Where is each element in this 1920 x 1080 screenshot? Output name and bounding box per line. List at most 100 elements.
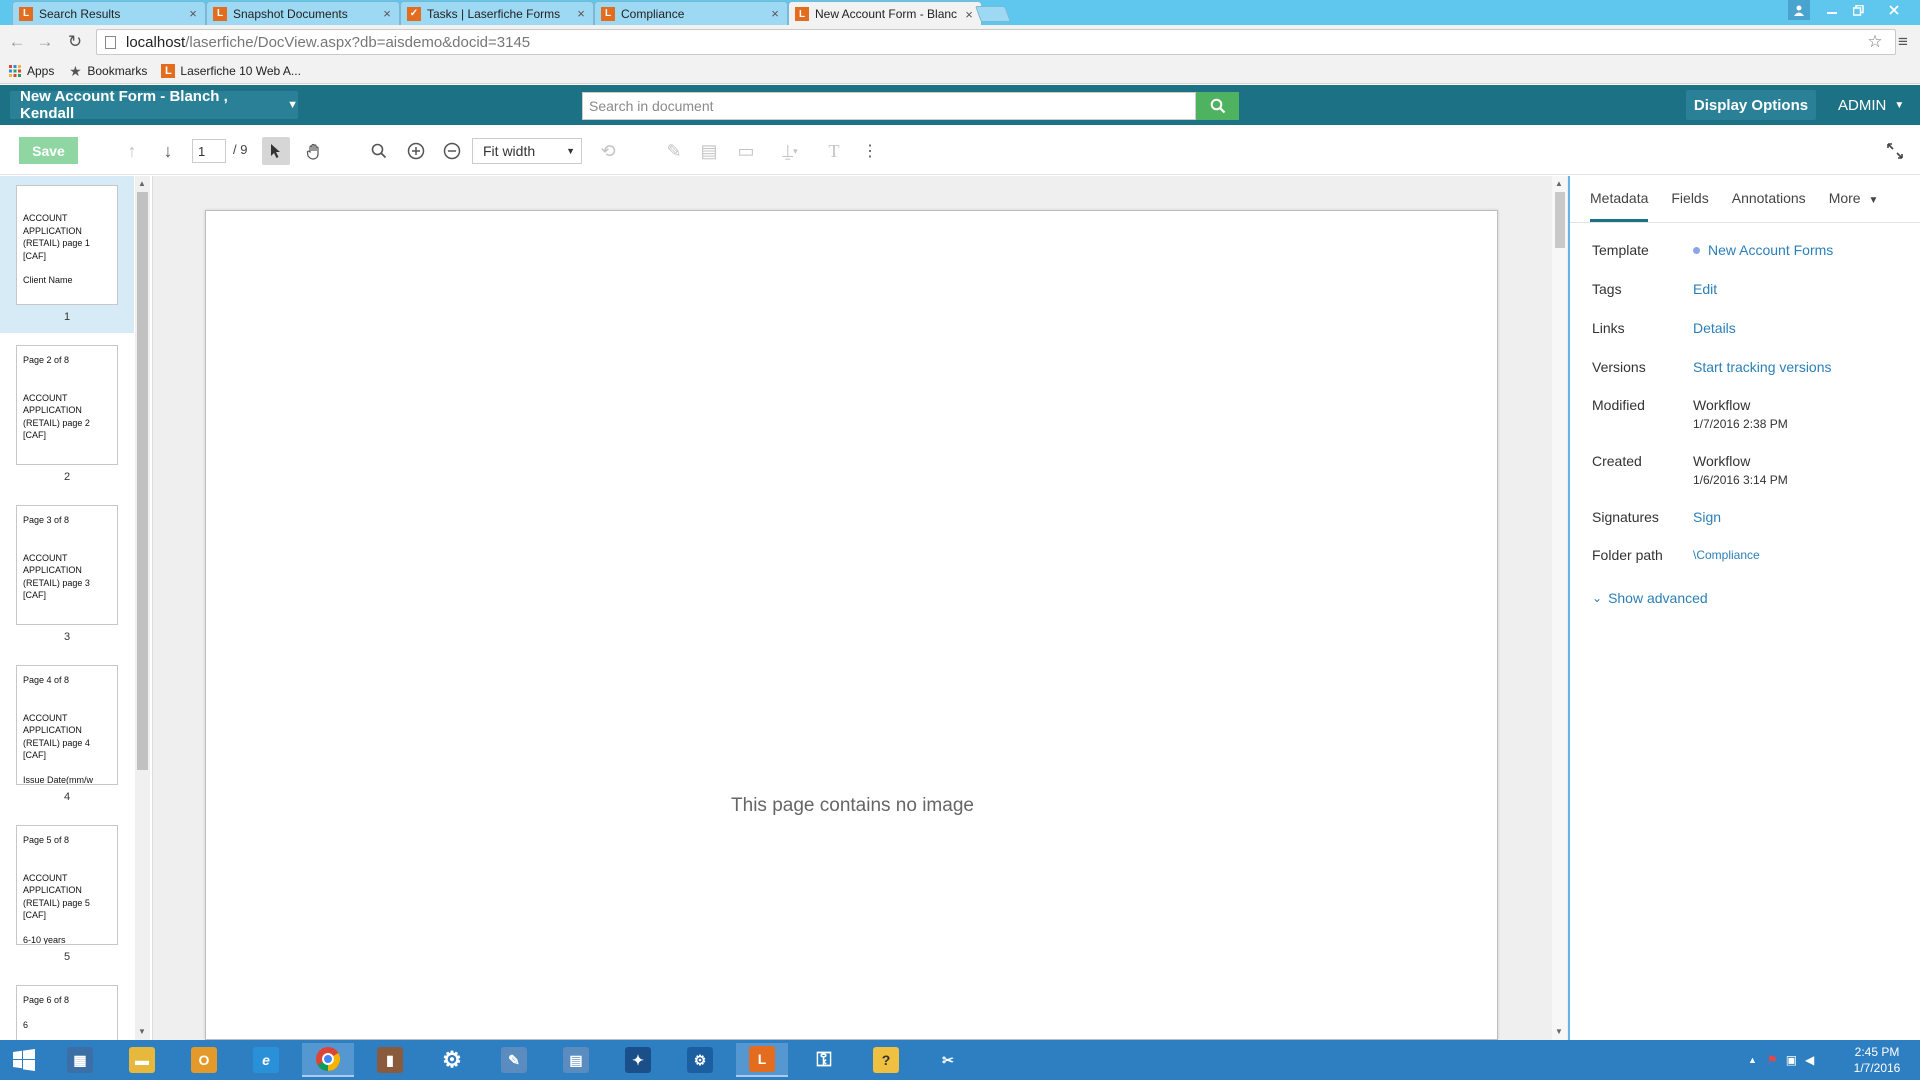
bookmark-folder[interactable]: ★ Bookmarks [68,63,147,79]
document-tool-icon[interactable]: ▤ [550,1043,602,1077]
close-icon[interactable]: × [187,6,199,21]
workflow-gear-icon[interactable]: ⚙ [674,1043,726,1077]
select-pointer-icon[interactable] [262,137,290,165]
thumbnail-scrollbar[interactable]: ▲ ▼ [135,176,150,1040]
zoom-in-icon[interactable] [402,137,430,165]
scrollbar-thumb[interactable] [137,192,148,770]
tray-expand-icon[interactable]: ▲ [1748,1055,1757,1065]
links-details-link[interactable]: Details [1693,320,1736,336]
outlook-icon[interactable]: O [178,1043,230,1077]
scroll-down-icon[interactable]: ▼ [1555,1027,1563,1036]
internet-explorer-icon[interactable]: e [240,1043,292,1077]
text-annotation-icon[interactable]: T [820,137,848,165]
new-tab-button[interactable] [975,6,1011,22]
page-thumbnail[interactable]: Page 5 of 8 ACCOUNT APPLICATION (RETAIL)… [16,825,118,945]
document-page[interactable]: This page contains no image [205,210,1498,1040]
laserfiche-icon[interactable]: L [736,1043,788,1077]
snipping-tool-icon[interactable]: ✂ [922,1043,974,1077]
versions-row: Versions Start tracking versions [1592,359,1912,375]
windows-start-icon[interactable] [0,1043,48,1077]
page-thumbnail[interactable]: ACCOUNT APPLICATION (RETAIL) page 1 [CAF… [16,185,118,305]
chrome-menu-icon[interactable]: ≡ [1890,29,1916,55]
next-page-icon[interactable]: ↓ [154,137,182,165]
user-profile-icon[interactable] [1788,0,1810,20]
zoom-select[interactable]: Fit width ▼ [472,138,582,164]
help-icon[interactable]: ? [860,1043,912,1077]
page-thumbnail[interactable]: Page 3 of 8 ACCOUNT APPLICATION (RETAIL)… [16,505,118,625]
clock[interactable]: 2:45 PM 1/7/2016 [1842,1044,1912,1076]
rotate-icon[interactable]: ⟲ [594,137,622,165]
close-window-icon[interactable] [1874,0,1914,20]
server-manager-icon[interactable]: ▦ [54,1043,106,1077]
document-title-menu[interactable]: New Account Form - Blanch , Kendall ▼ [10,88,298,122]
tab-title: Search Results [39,6,121,21]
network-icon[interactable]: ▣ [1786,1053,1797,1067]
folder-path-link[interactable]: \Compliance [1693,547,1760,563]
keys-icon[interactable]: ⚿ [798,1043,850,1077]
sign-link[interactable]: Sign [1693,509,1721,525]
paint-brush-icon[interactable]: ✦ [612,1043,664,1077]
minimize-icon[interactable] [1820,0,1844,20]
user-menu[interactable]: ADMIN ▼ [1838,90,1904,120]
settings-gear-icon[interactable]: ⚙ [426,1043,478,1077]
tab-annotations[interactable]: Annotations [1732,190,1806,222]
sticky-note-icon[interactable]: ▭ [732,137,760,165]
browser-tab-active[interactable]: L New Account Form - Blanc × [788,1,982,26]
scrollbar-thumb[interactable] [1555,192,1565,248]
file-explorer-icon[interactable]: ▬ [116,1043,168,1077]
modified-row: Modified Workflow 1/7/2016 2:38 PM [1592,397,1912,431]
bookmark-apps[interactable]: Apps [8,64,54,78]
browser-tab[interactable]: L Snapshot Documents × [206,1,400,25]
tool-icon[interactable]: ▮ [364,1043,416,1077]
search-input[interactable] [582,92,1196,120]
zoom-out-icon[interactable] [438,137,466,165]
close-icon[interactable]: × [963,7,975,22]
redaction-icon[interactable]: ▤ [695,137,723,165]
page-number-input[interactable] [192,139,226,163]
pan-hand-icon[interactable] [300,137,328,165]
bookmark-laserfiche[interactable]: L Laserfiche 10 Web A... [161,64,301,78]
page-thumbnail[interactable]: Page 6 of 8 6 [16,985,118,1040]
links-row: Links Details [1592,320,1912,336]
tab-metadata[interactable]: Metadata [1590,190,1649,222]
tags-edit-link[interactable]: Edit [1693,281,1717,297]
chrome-icon[interactable] [302,1043,354,1077]
template-link[interactable]: New Account Forms [1693,242,1833,258]
viewer-scrollbar[interactable]: ▲ ▼ [1552,176,1567,1040]
address-bar[interactable]: localhost/laserfiche/DocView.aspx?db=ais… [96,29,1896,55]
close-icon[interactable]: × [575,6,587,21]
thumb-line: APPLICATION [23,565,82,575]
page-thumbnail[interactable]: Page 4 of 8 ACCOUNT APPLICATION (RETAIL)… [16,665,118,785]
highlighter-icon[interactable]: ✎ [660,137,688,165]
volume-icon[interactable]: ◀ [1805,1053,1814,1067]
scroll-up-icon[interactable]: ▲ [138,179,146,188]
browser-tab[interactable]: ✓ Tasks | Laserfiche Forms × [400,1,594,25]
back-arrow-icon[interactable]: ← [4,29,30,55]
signatures-row: Signatures Sign [1592,509,1912,525]
previous-page-icon[interactable]: ↑ [118,137,146,165]
save-button[interactable]: Save [19,137,78,164]
tab-fields[interactable]: Fields [1671,190,1708,222]
search-button[interactable] [1196,92,1239,120]
close-icon[interactable]: × [381,6,393,21]
flag-icon[interactable]: ⚑ [1767,1053,1778,1067]
close-icon[interactable]: × [769,6,781,21]
reload-icon[interactable]: ↻ [62,29,88,55]
bookmark-star-icon[interactable]: ☆ [1862,29,1888,55]
display-options-button[interactable]: Display Options [1686,90,1816,120]
zoom-search-icon[interactable] [365,137,393,165]
browser-tab[interactable]: L Search Results × [12,1,206,25]
start-tracking-link[interactable]: Start tracking versions [1693,359,1832,375]
tab-more[interactable]: More ▼ [1829,190,1879,222]
admin-tools-icon[interactable]: ✎ [488,1043,540,1077]
stamp-icon[interactable]: ⍊ ▾ [772,137,808,165]
forward-arrow-icon[interactable]: → [32,29,58,55]
scroll-down-icon[interactable]: ▼ [138,1027,146,1036]
restore-icon[interactable] [1846,0,1870,20]
more-options-icon[interactable]: ⋮ [856,137,884,165]
browser-tab[interactable]: L Compliance × [594,1,788,25]
page-thumbnail[interactable]: Page 2 of 8 ACCOUNT APPLICATION (RETAIL)… [16,345,118,465]
show-advanced-toggle[interactable]: ⌄ Show advanced [1592,590,1708,606]
expand-icon[interactable] [1882,138,1908,164]
scroll-up-icon[interactable]: ▲ [1555,179,1563,188]
